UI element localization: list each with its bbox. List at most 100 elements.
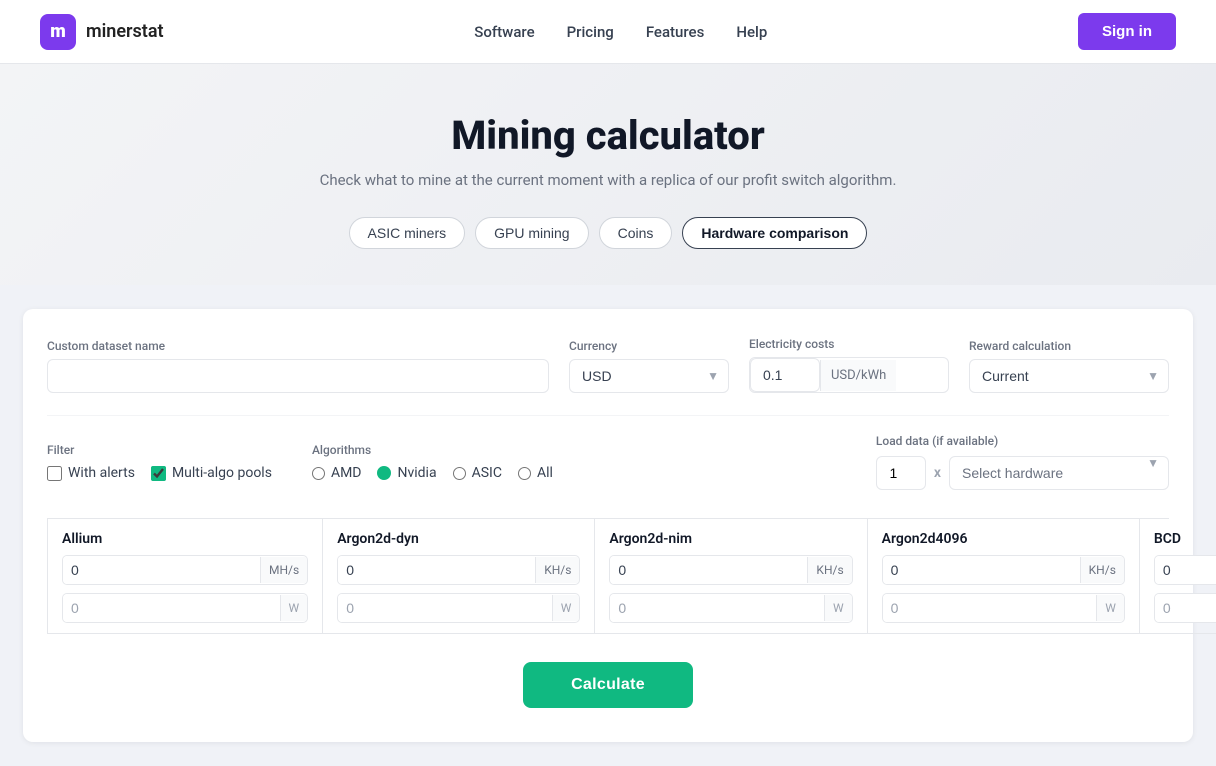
main-nav: Software Pricing Features Help [474,23,767,41]
nav-features[interactable]: Features [646,23,704,41]
header: m minerstat Software Pricing Features He… [0,0,1216,64]
algo-cell-argon2ddyn: Argon2d-dyn KH/s W [323,519,595,634]
filter-section: Filter With alerts Multi-algo pools [47,443,272,481]
with-alerts-label[interactable]: With alerts [47,465,135,481]
electricity-label: Electricity costs [749,337,949,351]
algorithms-section-label: Algorithms [312,443,553,457]
tab-hardware-comparison[interactable]: Hardware comparison [682,217,867,249]
dataset-group: Custom dataset name [47,339,549,393]
algo-watt-row: W [1154,593,1216,623]
reward-select-wrapper: Current 24h average 3-day average 7-day … [969,359,1169,393]
currency-select[interactable]: USD EUR BTC ETH [569,359,729,393]
nav-pricing[interactable]: Pricing [567,23,614,41]
filter-controls: With alerts Multi-algo pools [47,465,272,481]
form-row-1: Custom dataset name Currency USD EUR BTC… [47,337,1169,393]
multi-algo-checkbox[interactable] [151,466,166,481]
filter-section-label: Filter [47,443,272,457]
algo-watt-unit: W [824,595,852,621]
algo-all-label[interactable]: All [518,465,553,481]
algo-nvidia-indicator [377,466,391,480]
multiplier-x-icon: x [934,465,941,481]
algorithms-grid: Allium MH/s W Argon2d-dyn KH/s W Argon2d… [47,518,1169,634]
calculate-area: Calculate [47,634,1169,718]
algo-name: BCD [1154,531,1216,547]
algo-name: Argon2d4096 [882,531,1125,547]
currency-label: Currency [569,339,729,353]
algo-watt-input[interactable] [1155,594,1216,622]
algo-hashrate-input[interactable] [1155,556,1216,584]
algo-hashrate-unit: KH/s [535,557,579,583]
tab-gpu-mining[interactable]: GPU mining [475,217,588,249]
filter-row: Filter With alerts Multi-algo pools Algo… [47,415,1169,490]
electricity-input[interactable] [750,358,820,392]
algo-watt-input[interactable] [63,594,280,622]
algo-name: Argon2d-nim [609,531,852,547]
algo-cell-argon2dnim: Argon2d-nim KH/s W [595,519,867,634]
algorithms-section: Algorithms AMD Nvidia ASIC All [312,443,553,481]
hero-subtitle: Check what to mine at the current moment… [20,171,1196,189]
logo-icon: m [40,14,76,50]
algo-watt-unit: W [552,595,580,621]
hero-section: Mining calculator Check what to mine at … [0,64,1216,285]
algo-asic-radio[interactable] [453,467,466,480]
algo-hashrate-row: KH/s [337,555,580,585]
algo-amd-radio[interactable] [312,467,325,480]
multi-algo-label[interactable]: Multi-algo pools [151,465,272,481]
algo-name: Argon2d-dyn [337,531,580,547]
algo-hashrate-input[interactable] [610,556,807,584]
algo-cell-argon2d4096: Argon2d4096 KH/s W [868,519,1140,634]
reward-group: Reward calculation Current 24h average 3… [969,339,1169,393]
algo-hashrate-row: MH/s [1154,555,1216,585]
electricity-input-wrapper: USD/kWh [749,357,949,393]
algo-watt-row: W [882,593,1125,623]
reward-label: Reward calculation [969,339,1169,353]
algo-watt-input[interactable] [610,594,824,622]
electricity-group: Electricity costs USD/kWh [749,337,949,393]
algo-all-radio[interactable] [518,467,531,480]
nav-software[interactable]: Software [474,23,534,41]
with-alerts-checkbox[interactable] [47,466,62,481]
calculate-button[interactable]: Calculate [523,662,693,708]
load-data-section: Load data (if available) x Select hardwa… [876,434,1169,490]
algo-watt-row: W [337,593,580,623]
algo-cell-allium: Allium MH/s W [48,519,323,634]
algo-watt-unit: W [1096,595,1124,621]
logo-text: minerstat [86,21,164,42]
algo-watt-input[interactable] [338,594,552,622]
algo-watt-row: W [62,593,308,623]
algo-hashrate-row: KH/s [882,555,1125,585]
algo-cell-bcd: BCD MH/s W [1140,519,1216,634]
hardware-select-wrapper: Select hardware ▼ [949,456,1169,490]
algo-watt-input[interactable] [883,594,1097,622]
dataset-label: Custom dataset name [47,339,549,353]
load-data-label: Load data (if available) [876,434,1169,448]
nav-help[interactable]: Help [736,23,767,41]
hero-title: Mining calculator [20,112,1196,159]
algo-hashrate-unit: MH/s [260,557,307,583]
algo-hashrate-input[interactable] [63,556,260,584]
algo-nvidia-label[interactable]: Nvidia [377,465,436,481]
algo-name: Allium [62,531,308,547]
signin-button[interactable]: Sign in [1078,13,1176,50]
tab-coins[interactable]: Coins [599,217,673,249]
main-card: Custom dataset name Currency USD EUR BTC… [23,309,1193,742]
load-data-controls: x Select hardware ▼ [876,456,1169,490]
algo-hashrate-input[interactable] [338,556,535,584]
algo-hashrate-row: MH/s [62,555,308,585]
algo-hashrate-unit: KH/s [807,557,851,583]
algo-watt-unit: W [280,595,308,621]
algo-asic-label[interactable]: ASIC [453,465,502,481]
algo-hashrate-input[interactable] [883,556,1080,584]
logo-area: m minerstat [40,14,164,50]
reward-select[interactable]: Current 24h average 3-day average 7-day … [969,359,1169,393]
algo-watt-row: W [609,593,852,623]
currency-select-wrapper: USD EUR BTC ETH ▼ [569,359,729,393]
algo-amd-label[interactable]: AMD [312,465,362,481]
currency-group: Currency USD EUR BTC ETH ▼ [569,339,729,393]
multiplier-input[interactable] [876,456,926,490]
dataset-input[interactable] [47,359,549,393]
hardware-select[interactable]: Select hardware [949,456,1169,490]
tab-asic-miners[interactable]: ASIC miners [349,217,466,249]
tab-pills: ASIC miners GPU mining Coins Hardware co… [20,217,1196,249]
algo-hashrate-row: KH/s [609,555,852,585]
